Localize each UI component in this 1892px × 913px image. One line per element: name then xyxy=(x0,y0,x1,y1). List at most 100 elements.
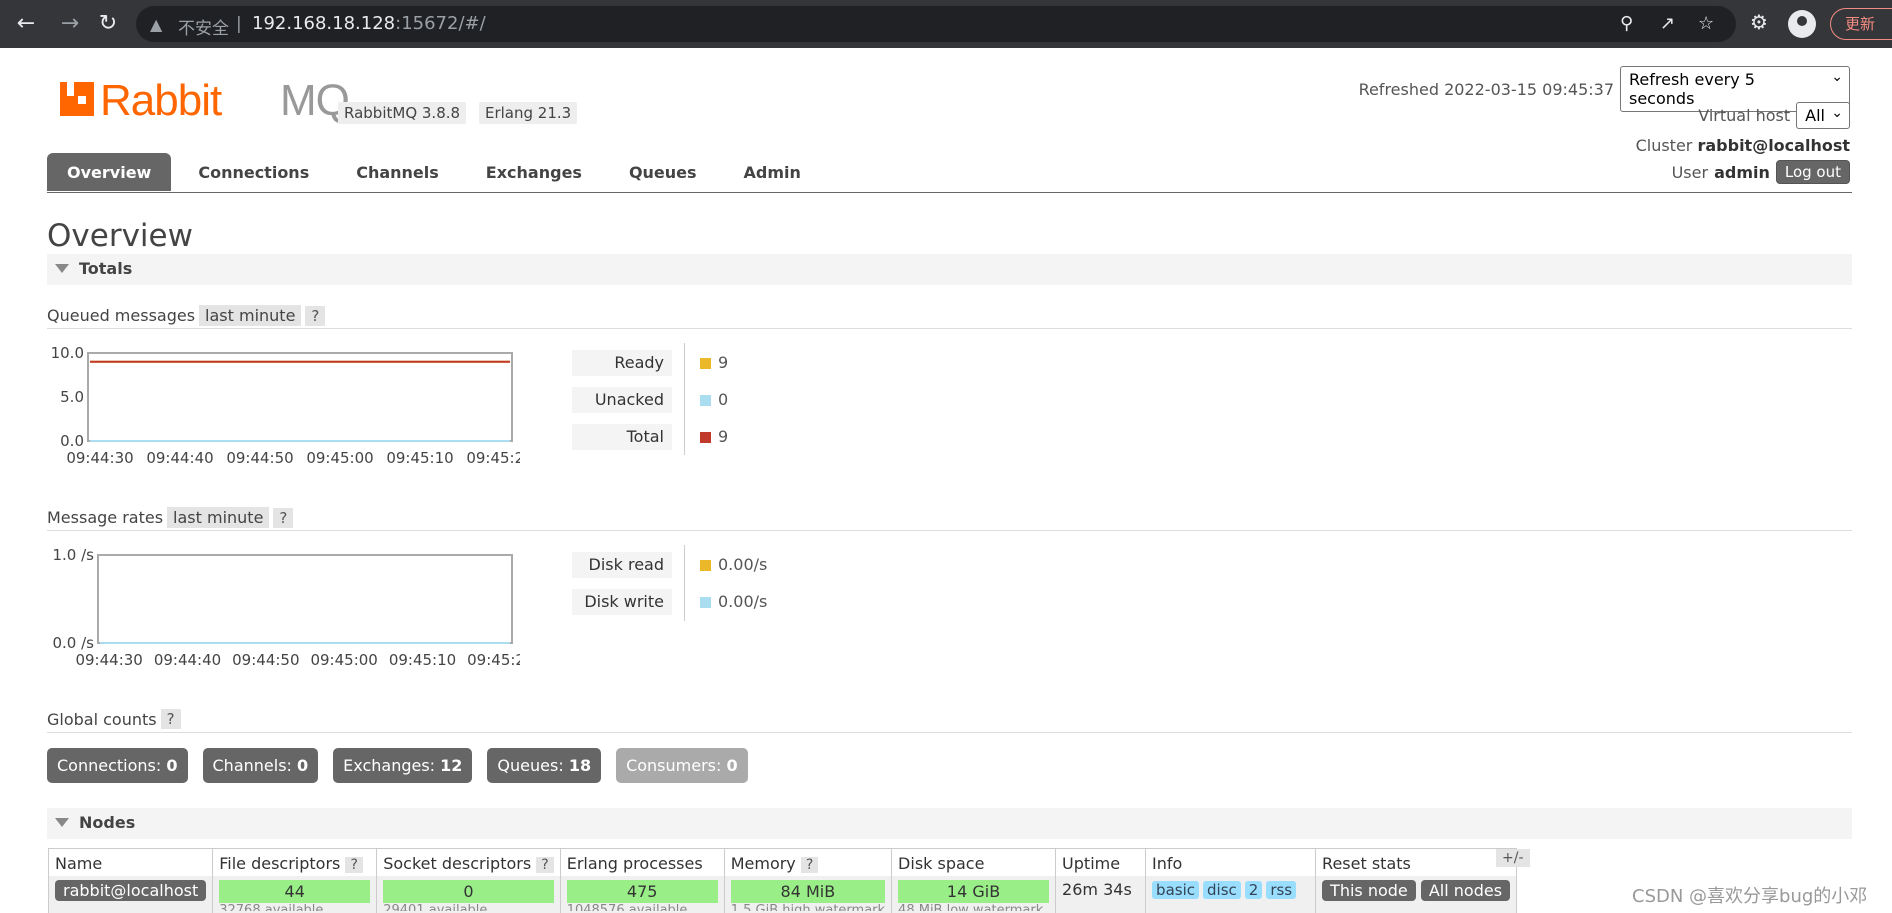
node-link[interactable]: rabbit@localhost xyxy=(55,880,207,901)
col-memory-label: Memory xyxy=(730,854,796,873)
info-tag: disc xyxy=(1203,881,1241,899)
col-reset-stats: Reset stats xyxy=(1315,848,1518,876)
col-file-descriptors-label: File descriptors xyxy=(219,854,341,873)
totals-section-toggle[interactable]: Totals xyxy=(47,254,1852,285)
browser-toolbar: ← → ↻ ▲ 不安全 | 192.168.18.128:15672/#/ ⚲ … xyxy=(0,0,1892,48)
subsection-divider xyxy=(47,328,1852,329)
url-path: :15672/#/ xyxy=(395,13,486,34)
profile-icon[interactable] xyxy=(1788,10,1816,38)
table-header-row: Name File descriptors ? Socket descripto… xyxy=(47,848,1518,876)
url-host: 192.168.18.128 xyxy=(252,13,396,34)
legend-unacked-swatch xyxy=(700,395,711,406)
reset-this-node-button[interactable]: This node xyxy=(1322,880,1416,901)
tab-exchanges[interactable]: Exchanges xyxy=(466,153,602,191)
url-text[interactable]: 192.168.18.128:15672/#/ xyxy=(252,13,486,34)
disk-space-note: 48 MiB low watermark xyxy=(898,903,1044,911)
rabbitmq-logo-icon xyxy=(60,82,94,116)
cell-uptime: 26m 34s xyxy=(1055,876,1147,913)
tab-queues[interactable]: Queues xyxy=(609,153,717,191)
help-button[interactable]: ? xyxy=(536,857,554,873)
url-separator: | xyxy=(236,14,242,34)
column-toggle-button[interactable]: +/- xyxy=(1496,849,1530,867)
memory-note: 1.5 GiB high watermark xyxy=(730,903,886,911)
vhost-select[interactable]: All ⌄ xyxy=(1796,102,1850,129)
tab-admin[interactable]: Admin xyxy=(724,153,821,191)
col-memory: Memory ? xyxy=(723,848,893,876)
cluster-label: Cluster xyxy=(1635,136,1693,155)
socket-descriptors-note: 29401 available xyxy=(383,903,488,911)
user-info: User admin Log out xyxy=(1672,160,1850,184)
global-counts-title: Global counts xyxy=(47,709,157,729)
main-tabs: Overview Connections Channels Exchanges … xyxy=(47,153,828,191)
exchanges-count-button[interactable]: Exchanges: 12 xyxy=(333,748,473,783)
erlang-processes-note: 1048576 available xyxy=(566,903,688,911)
nodes-section-toggle[interactable]: Nodes xyxy=(47,808,1852,839)
channels-count-button[interactable]: Channels: 0 xyxy=(202,748,319,783)
queued-messages-title: Queued messages xyxy=(47,306,196,325)
erlang-processes-bar: 475 xyxy=(566,880,718,903)
x-tick-label: 09:45:20 xyxy=(467,651,520,669)
address-bar[interactable]: ▲ 不安全 | 192.168.18.128:15672/#/ ⚲ ↗ ☆ xyxy=(136,6,1736,42)
collapse-triangle-icon xyxy=(55,818,69,827)
rates-help-button[interactable]: ? xyxy=(273,507,294,528)
extensions-icon[interactable]: ⚙ xyxy=(1750,10,1768,34)
logo-text-rabbit: Rabbit xyxy=(100,76,222,125)
subsection-divider xyxy=(47,732,1852,733)
subsection-divider xyxy=(47,530,1852,531)
forward-icon[interactable]: → xyxy=(58,12,82,36)
warning-icon[interactable]: ▲ xyxy=(150,15,162,34)
queued-help-button[interactable]: ? xyxy=(305,305,326,326)
share-icon[interactable]: ↗ xyxy=(1660,13,1675,34)
legend-unacked-label: Unacked xyxy=(572,387,672,413)
key-icon[interactable]: ⚲ xyxy=(1620,13,1633,34)
cluster-info: Cluster rabbit@localhost xyxy=(1636,136,1850,155)
info-tag: 2 xyxy=(1244,881,1263,899)
x-tick-label: 09:45:00 xyxy=(310,651,377,669)
info-tag: rss xyxy=(1266,881,1297,899)
legend-disk-write-swatch xyxy=(700,597,711,608)
count-value: 12 xyxy=(440,756,463,775)
help-button[interactable]: ? xyxy=(800,857,819,873)
y-tick-label: 0.0 xyxy=(60,432,84,450)
cell-disk-space: 14 GiB 48 MiB low watermark xyxy=(891,876,1057,913)
help-button[interactable]: ? xyxy=(345,857,363,873)
x-tick-label: 09:44:50 xyxy=(226,449,293,467)
tab-channels[interactable]: Channels xyxy=(336,153,459,191)
back-icon[interactable]: ← xyxy=(14,12,38,36)
legend-disk-read-value: 0.00/s xyxy=(718,555,768,574)
star-icon[interactable]: ☆ xyxy=(1698,13,1714,34)
tabs-divider xyxy=(47,192,1852,193)
collapse-triangle-icon xyxy=(55,264,69,273)
file-descriptors-bar: 44 xyxy=(219,880,371,903)
virtual-host-selector: Virtual host All ⌄ xyxy=(1698,102,1850,129)
nodes-table: Name File descriptors ? Socket descripto… xyxy=(47,848,1518,913)
legend-ready-label: Ready xyxy=(572,350,672,376)
legend-total-label: Total xyxy=(572,424,672,450)
watermark: CSDN @喜欢分享bug的小邓 xyxy=(1632,886,1868,907)
col-name: Name xyxy=(47,848,214,876)
cell-erlang-processes: 475 1048576 available xyxy=(559,876,725,913)
reload-icon[interactable]: ↻ xyxy=(96,12,120,36)
legend-divider xyxy=(684,545,685,621)
tab-connections[interactable]: Connections xyxy=(178,153,329,191)
queued-range-button[interactable]: last minute xyxy=(199,305,302,326)
count-value: 18 xyxy=(568,756,592,775)
tab-overview[interactable]: Overview xyxy=(47,153,172,191)
cell-memory: 84 MiB 1.5 GiB high watermark xyxy=(723,876,893,913)
queues-count-button[interactable]: Queues: 18 xyxy=(487,748,602,783)
update-button[interactable]: 更新 xyxy=(1830,8,1892,40)
info-tag: basic xyxy=(1152,881,1199,899)
legend-disk-write-label: Disk write xyxy=(572,589,672,615)
global-counts-heading: Global counts ? xyxy=(47,709,181,729)
rabbitmq-version: RabbitMQ 3.8.8 xyxy=(338,102,467,124)
refreshed-text: Refreshed 2022-03-15 09:45:37 xyxy=(1358,79,1614,99)
consumers-count-button[interactable]: Consumers: 0 xyxy=(616,748,748,783)
reset-all-nodes-button[interactable]: All nodes xyxy=(1420,880,1511,901)
rates-range-button[interactable]: last minute xyxy=(167,507,270,528)
global-counts-help-button[interactable]: ? xyxy=(160,709,181,729)
logout-button[interactable]: Log out xyxy=(1775,160,1850,184)
col-disk-space: Disk space xyxy=(891,848,1057,876)
connections-count-button[interactable]: Connections: 0 xyxy=(47,748,188,783)
queued-messages-heading: Queued messages last minute ? xyxy=(47,305,326,326)
x-tick-label: 09:44:30 xyxy=(75,651,142,669)
